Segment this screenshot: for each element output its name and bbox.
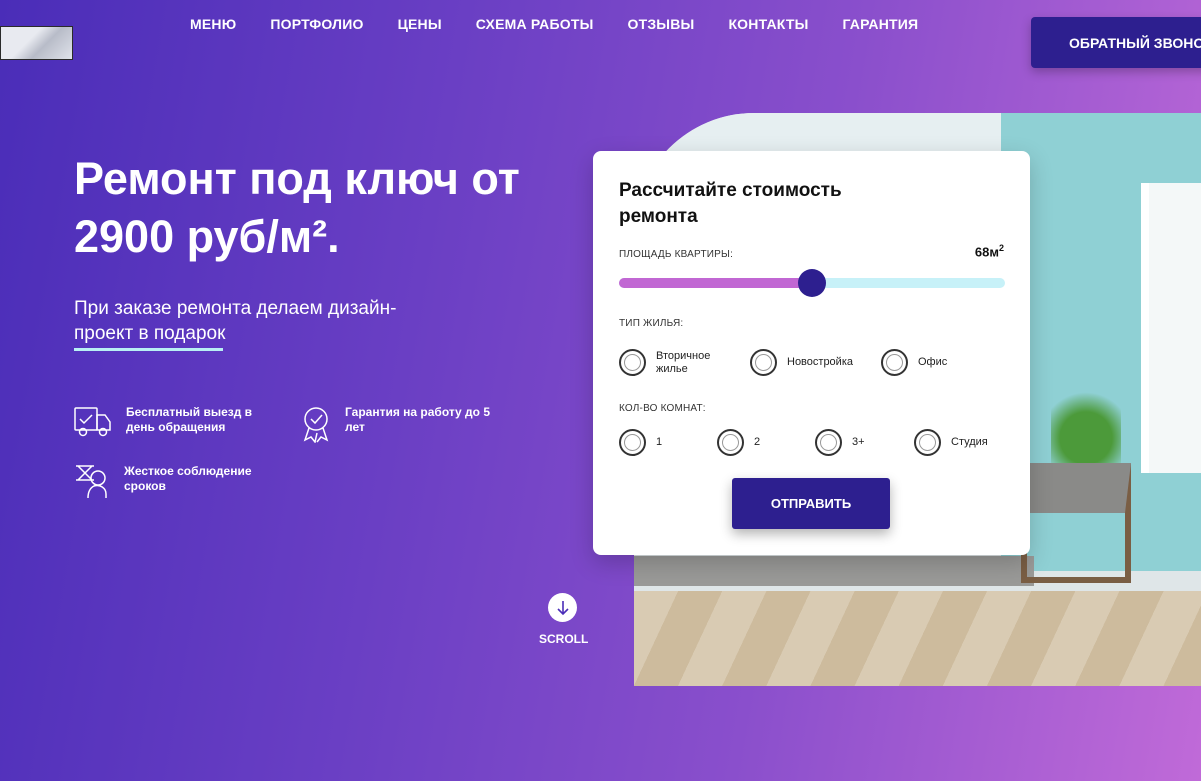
slider-fill xyxy=(619,278,812,288)
radio-label: Новостройка xyxy=(787,356,853,368)
radio-label: 3+ xyxy=(852,436,865,448)
hero-title: Ремонт под ключ от 2900 руб/м². xyxy=(74,153,520,262)
radio-rooms-studio[interactable]: Студия xyxy=(914,429,988,456)
radio-rooms-1[interactable]: 1 xyxy=(619,429,662,456)
scroll-label[interactable]: SCROLL xyxy=(539,632,588,646)
radio-label: 2 xyxy=(754,436,761,448)
radio-circle[interactable] xyxy=(815,429,842,456)
nav-item-menu[interactable]: МЕНЮ xyxy=(190,16,236,32)
submit-button[interactable]: ОТПРАВИТЬ xyxy=(732,478,890,529)
nav-item-prices[interactable]: ЦЕНЫ xyxy=(398,16,442,32)
nav-item-reviews[interactable]: ОТЗЫВЫ xyxy=(628,16,695,32)
feature-guarantee: Гарантия на работу до 5 лет xyxy=(301,405,501,443)
radio-label: Вторичное жилье xyxy=(656,349,711,375)
truck-icon xyxy=(74,407,111,437)
nav-item-contacts[interactable]: КОНТАКТЫ xyxy=(728,16,808,32)
nav-item-guarantee[interactable]: ГАРАНТИЯ xyxy=(843,16,919,32)
hero-subtitle: При заказе ремонта делаем дизайн-проект … xyxy=(74,298,397,344)
radio-housing-secondary[interactable]: Вторичное жилье xyxy=(619,349,729,376)
calculator-title: Рассчитайте стоимость ремонта xyxy=(619,180,842,227)
callback-button[interactable]: ОБРАТНЫЙ ЗВОНОК xyxy=(1031,17,1201,68)
radio-circle[interactable] xyxy=(717,429,744,456)
nav-item-workflow[interactable]: СХЕМА РАБОТЫ xyxy=(476,16,594,32)
feature-free-visit: Бесплатный выезд в день обращения xyxy=(74,405,274,439)
feature-text: Жесткое соблюдение сроков xyxy=(124,464,252,493)
nav-item-portfolio[interactable]: ПОРТФОЛИО xyxy=(270,16,363,32)
radio-circle[interactable] xyxy=(881,349,908,376)
slider-thumb[interactable] xyxy=(798,269,826,297)
subtitle-underline xyxy=(74,348,223,351)
radio-circle[interactable] xyxy=(619,349,646,376)
arrow-down-circle-icon[interactable] xyxy=(548,593,577,622)
housing-label: ТИП ЖИЛЬЯ: xyxy=(619,318,684,329)
area-label: ПЛОЩАДЬ КВАРТИРЫ: xyxy=(619,249,734,260)
feature-text: Бесплатный выезд в день обращения xyxy=(126,405,253,434)
rooms-label: КОЛ-ВО КОМНАТ: xyxy=(619,403,706,414)
radio-label: 1 xyxy=(656,436,663,448)
hourglass-head-icon xyxy=(76,465,107,499)
area-slider[interactable] xyxy=(619,269,1005,297)
radio-housing-office[interactable]: Офис xyxy=(881,349,947,376)
radio-label: Офис xyxy=(918,356,948,368)
calculator-card: Рассчитайте стоимость ремонта ПЛОЩАДЬ КВ… xyxy=(593,151,1030,555)
radio-circle[interactable] xyxy=(914,429,941,456)
radio-rooms-2[interactable]: 2 xyxy=(717,429,760,456)
radio-rooms-3plus[interactable]: 3+ xyxy=(815,429,865,456)
logo[interactable] xyxy=(0,26,73,60)
feature-deadlines: Жесткое соблюдение сроков xyxy=(74,464,274,500)
radio-housing-new[interactable]: Новостройка xyxy=(750,349,853,376)
award-badge-icon xyxy=(303,407,329,443)
radio-circle[interactable] xyxy=(750,349,777,376)
feature-text: Гарантия на работу до 5 лет xyxy=(345,405,491,434)
radio-label: Студия xyxy=(951,436,988,448)
radio-circle[interactable] xyxy=(619,429,646,456)
area-value: 68м2 xyxy=(974,243,1004,260)
main-nav: МЕНЮ ПОРТФОЛИО ЦЕНЫ СХЕМА РАБОТЫ ОТЗЫВЫ … xyxy=(190,16,918,32)
